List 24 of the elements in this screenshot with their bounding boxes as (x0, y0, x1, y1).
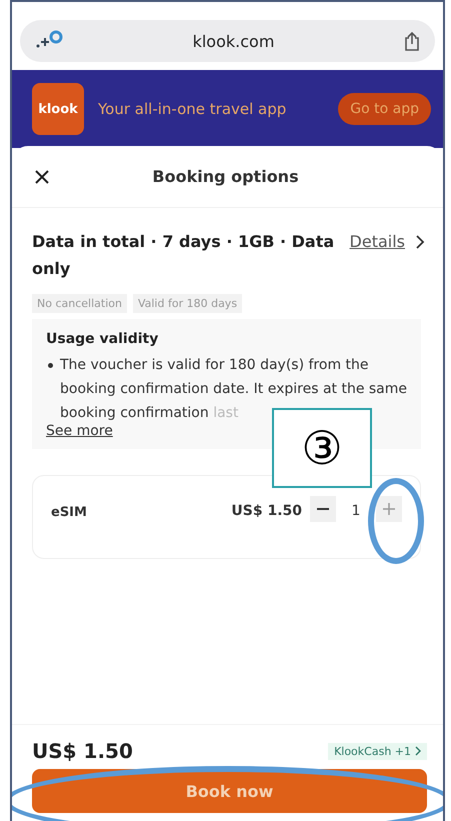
package-name: Data in total · 7 days · 1GB · Data only (32, 231, 336, 280)
plus-button[interactable] (376, 496, 402, 522)
banner-text: Your all-in-one travel app (98, 99, 288, 119)
app-logo: klook (32, 83, 84, 135)
minus-icon (317, 508, 329, 510)
quantity: 1 (350, 503, 362, 519)
share-icon[interactable] (403, 31, 421, 51)
chevron-right-icon (415, 746, 421, 756)
reward-link[interactable]: KlookCash +1 (328, 742, 427, 760)
sheet-title: Booking options (151, 167, 300, 186)
url-text: klook.com (192, 32, 274, 50)
tag: Valid for 180 days (132, 294, 242, 313)
chevron-right-icon[interactable] (415, 234, 425, 250)
total-price: US$ 1.50 (32, 739, 133, 763)
close-icon[interactable] (34, 168, 50, 184)
address-bar[interactable]: klook.com (20, 20, 435, 62)
details-link[interactable]: Details (350, 228, 405, 255)
minus-button[interactable] (310, 496, 336, 522)
tag: No cancellation (32, 294, 127, 313)
step-number: ③ (272, 408, 372, 488)
plus-icon (383, 503, 395, 515)
item-price: US$ 1.50 (231, 503, 302, 519)
item-name: eSIM (51, 504, 88, 520)
usage-heading: Usage validity (46, 331, 160, 347)
